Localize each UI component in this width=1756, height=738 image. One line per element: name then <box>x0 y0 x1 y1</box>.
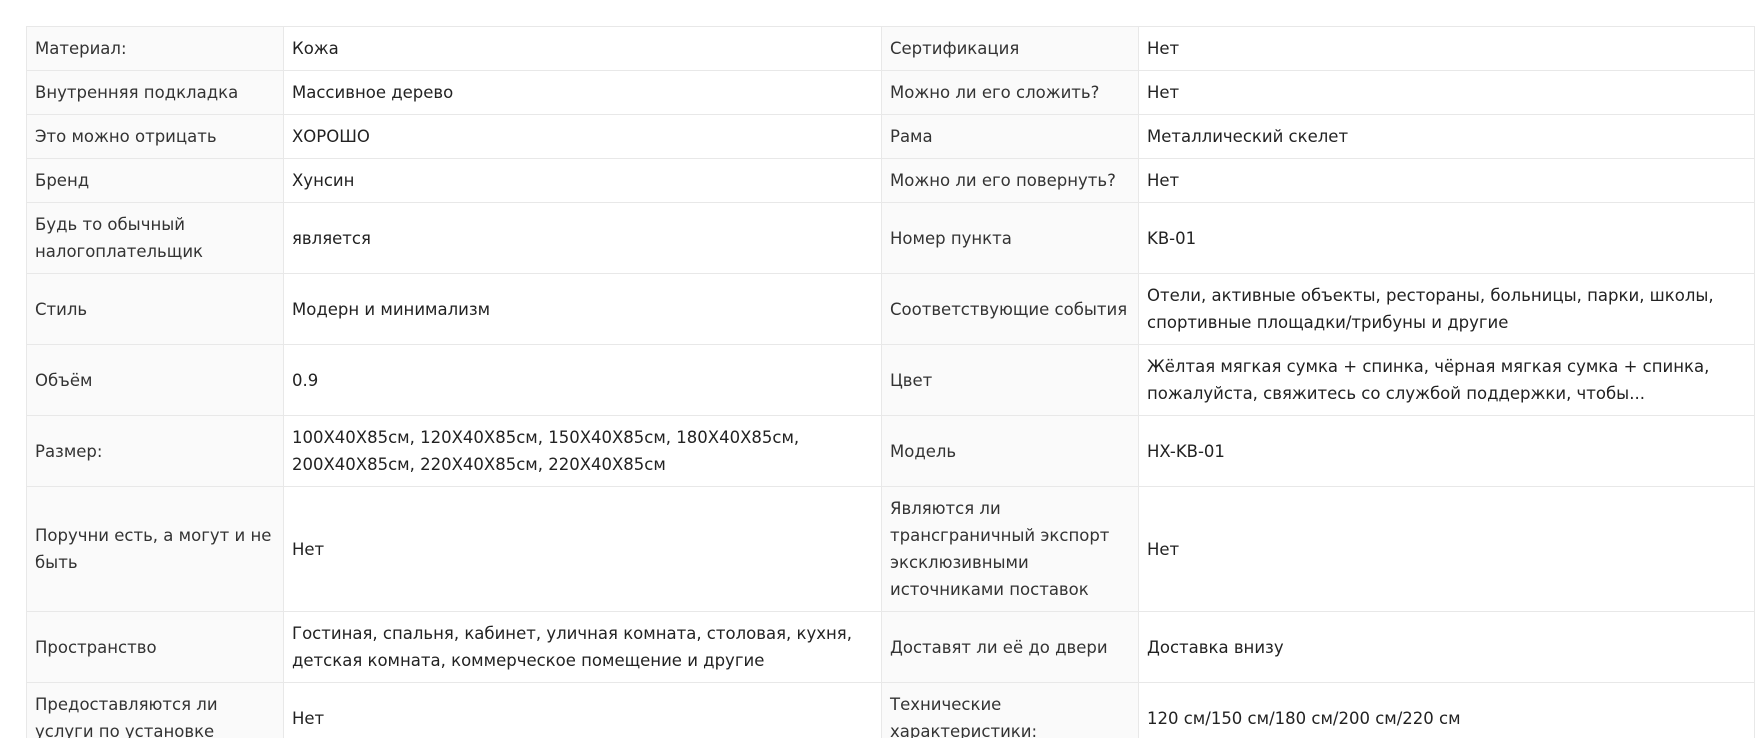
property-value: 0.9 <box>283 344 882 416</box>
property-value: 100X40X85см, 120X40X85см, 150X40X85см, 1… <box>283 415 882 487</box>
property-value: KB-01 <box>1138 202 1755 274</box>
property-value: Металлический скелет <box>1138 114 1755 159</box>
table-row: Объём 0.9 Цвет Жёлтая мягкая сумка + спи… <box>26 344 1755 416</box>
property-label: Размер: <box>26 415 284 487</box>
table-row: Стиль Модерн и минимализм Соответствующи… <box>26 273 1755 345</box>
table-row: Бренд Хунсин Можно ли его повернуть? Нет <box>26 158 1755 203</box>
property-label: Можно ли его повернуть? <box>881 158 1139 203</box>
property-label: Пространство <box>26 611 284 683</box>
property-label: Бренд <box>26 158 284 203</box>
property-value: Хунсин <box>283 158 882 203</box>
product-specs-page: Материал: Кожа Сертификация Нет Внутренн… <box>0 0 1756 738</box>
property-value: Массивное дерево <box>283 70 882 115</box>
property-label: Соответствующие события <box>881 273 1139 345</box>
property-value: HX-KB-01 <box>1138 415 1755 487</box>
property-label: Это можно отрицать <box>26 114 284 159</box>
property-value: Нет <box>283 682 882 738</box>
property-label: Материал: <box>26 26 284 71</box>
property-label: Можно ли его сложить? <box>881 70 1139 115</box>
property-label: Предоставляются ли услуги по установке <box>26 682 284 738</box>
property-label: Внутренняя подкладка <box>26 70 284 115</box>
table-row: Внутренняя подкладка Массивное дерево Мо… <box>26 70 1755 115</box>
property-value: Жёлтая мягкая сумка + спинка, чёрная мяг… <box>1138 344 1755 416</box>
property-label: Поручни есть, а могут и не быть <box>26 486 284 612</box>
property-value: Нет <box>283 486 882 612</box>
property-label: Рама <box>881 114 1139 159</box>
property-value: Гостиная, спальня, кабинет, уличная комн… <box>283 611 882 683</box>
table-row: Предоставляются ли услуги по установке Н… <box>26 682 1755 738</box>
property-label: Доставят ли её до двери <box>881 611 1139 683</box>
property-value: Нет <box>1138 158 1755 203</box>
property-label: Технические характеристики: <box>881 682 1139 738</box>
table-row: Материал: Кожа Сертификация Нет <box>26 26 1755 71</box>
property-value: Нет <box>1138 26 1755 71</box>
property-label: Объём <box>26 344 284 416</box>
property-value: является <box>283 202 882 274</box>
property-label: Цвет <box>881 344 1139 416</box>
table-row: Размер: 100X40X85см, 120X40X85см, 150X40… <box>26 415 1755 487</box>
property-value: Отели, активные объекты, рестораны, боль… <box>1138 273 1755 345</box>
property-label: Модель <box>881 415 1139 487</box>
property-value: 120 см/150 см/180 см/200 см/220 см <box>1138 682 1755 738</box>
property-value: Кожа <box>283 26 882 71</box>
property-value: Нет <box>1138 486 1755 612</box>
property-label: Являются ли трансграничный экспорт экскл… <box>881 486 1139 612</box>
property-value: Нет <box>1138 70 1755 115</box>
table-row: Будь то обычный налогоплательщик являетс… <box>26 202 1755 274</box>
property-value: Модерн и минимализм <box>283 273 882 345</box>
table-row: Пространство Гостиная, спальня, кабинет,… <box>26 611 1755 683</box>
table-row: Поручни есть, а могут и не быть Нет Явля… <box>26 486 1755 612</box>
property-value: ХОРОШО <box>283 114 882 159</box>
property-label: Стиль <box>26 273 284 345</box>
property-label: Будь то обычный налогоплательщик <box>26 202 284 274</box>
property-label: Номер пункта <box>881 202 1139 274</box>
property-value: Доставка внизу <box>1138 611 1755 683</box>
product-properties-table: Материал: Кожа Сертификация Нет Внутренн… <box>26 26 1755 738</box>
table-row: Это можно отрицать ХОРОШО Рама Металличе… <box>26 114 1755 159</box>
property-label: Сертификация <box>881 26 1139 71</box>
